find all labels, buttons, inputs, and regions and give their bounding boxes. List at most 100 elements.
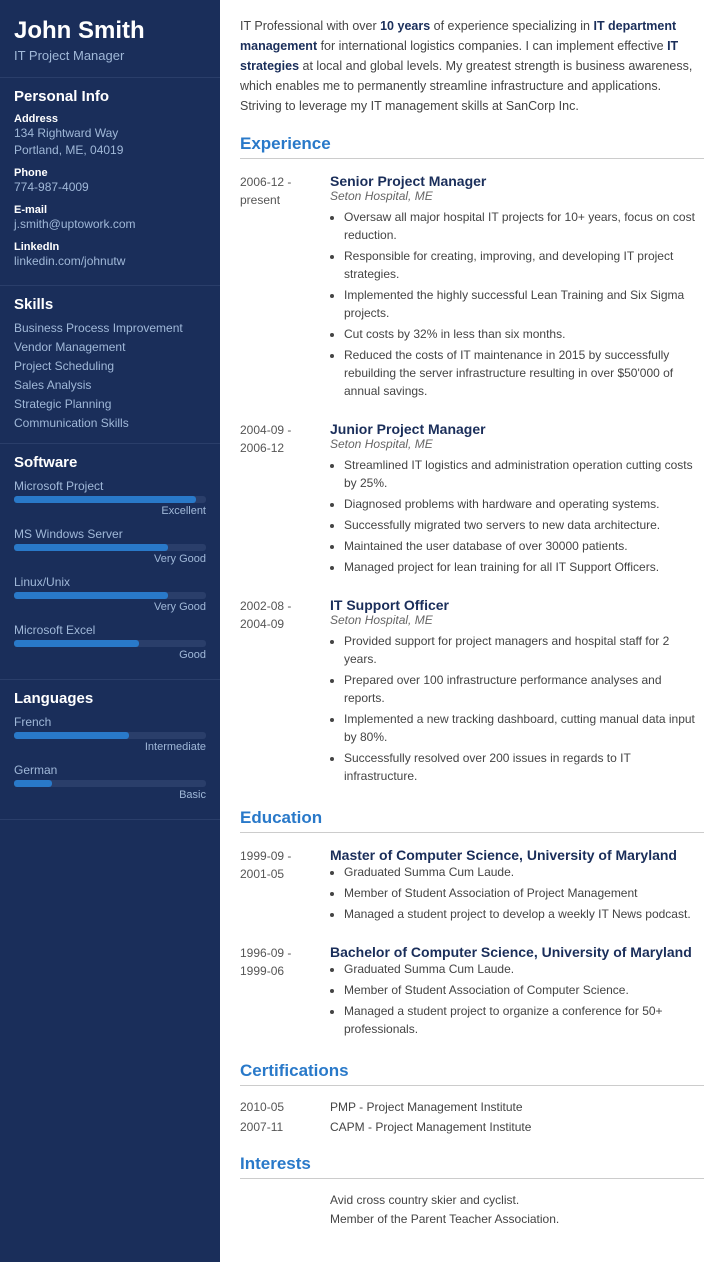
entry-job-title: Junior Project Manager (330, 421, 704, 437)
linkedin-value: linkedin.com/johnutw (14, 253, 206, 270)
entry-bullets: Graduated Summa Cum Laude. Member of Stu… (330, 960, 704, 1038)
entry-degree-title: Master of Computer Science, University o… (330, 847, 704, 863)
entry-date: 2002-08 -2004-09 (240, 597, 330, 788)
interest-item: Member of the Parent Teacher Association… (240, 1212, 704, 1226)
phone-label: Phone (14, 167, 206, 179)
lang-name: French (14, 715, 206, 729)
interests-title: Interests (240, 1154, 704, 1179)
entry-date: 2004-09 -2006-12 (240, 421, 330, 579)
bar-background (14, 496, 206, 503)
software-item-excel: Microsoft Excel Good (14, 623, 206, 661)
software-section: Software Microsoft Project Excellent MS … (0, 444, 220, 680)
entry-subtitle: Seton Hospital, ME (330, 613, 704, 627)
bullet: Provided support for project managers an… (344, 632, 704, 668)
entry-bullets: Provided support for project managers an… (330, 632, 704, 785)
bar-label: Good (14, 649, 206, 661)
entry-content: Senior Project Manager Seton Hospital, M… (330, 173, 704, 403)
certifications-section: Certifications 2010-05 PMP - Project Man… (240, 1061, 704, 1134)
bar-fill (14, 640, 139, 647)
address-info: Address 134 Rightward WayPortland, ME, 0… (14, 113, 206, 159)
software-item-windows: MS Windows Server Very Good (14, 527, 206, 565)
skills-title: Skills (14, 296, 206, 313)
entry-date: 1999-09 -2001-05 (240, 847, 330, 926)
address-label: Address (14, 113, 206, 125)
bar-fill (14, 544, 168, 551)
entry-job-title: IT Support Officer (330, 597, 704, 613)
bullet: Responsible for creating, improving, and… (344, 247, 704, 283)
cert-text: PMP - Project Management Institute (330, 1100, 523, 1114)
bar-background (14, 640, 206, 647)
main-content: IT Professional with over 10 years of ex… (220, 0, 724, 1262)
personal-info-title: Personal Info (14, 88, 206, 105)
bullet: Managed a student project to organize a … (344, 1002, 704, 1038)
software-name: MS Windows Server (14, 527, 206, 541)
entry-content: IT Support Officer Seton Hospital, ME Pr… (330, 597, 704, 788)
bullet: Implemented a new tracking dashboard, cu… (344, 710, 704, 746)
software-name: Microsoft Project (14, 479, 206, 493)
education-entry-2: 1996-09 -1999-06 Bachelor of Computer Sc… (240, 944, 704, 1041)
languages-section: Languages French Intermediate German Bas… (0, 680, 220, 820)
certifications-title: Certifications (240, 1061, 704, 1086)
entry-degree-title: Bachelor of Computer Science, University… (330, 944, 704, 960)
entry-content: Bachelor of Computer Science, University… (330, 944, 704, 1041)
cert-date: 2007-11 (240, 1120, 330, 1134)
cert-text: CAPM - Project Management Institute (330, 1120, 531, 1134)
languages-title: Languages (14, 690, 206, 707)
email-value: j.smith@uptowork.com (14, 216, 206, 233)
bar-fill (14, 496, 196, 503)
personal-info-section: Personal Info Address 134 Rightward WayP… (0, 78, 220, 286)
entry-bullets: Streamlined IT logistics and administrat… (330, 456, 704, 576)
bullet: Managed project for lean training for al… (344, 558, 704, 576)
bullet: Member of Student Association of Project… (344, 884, 704, 902)
entry-date: 1996-09 -1999-06 (240, 944, 330, 1041)
candidate-name: John Smith (14, 18, 206, 44)
skill-item: Strategic Planning (14, 397, 206, 411)
bullet: Successfully migrated two servers to new… (344, 516, 704, 534)
summary-text: IT Professional with over 10 years of ex… (240, 16, 704, 116)
software-item-ms-project: Microsoft Project Excellent (14, 479, 206, 517)
entry-bullets: Graduated Summa Cum Laude. Member of Stu… (330, 863, 704, 923)
bullet: Reduced the costs of IT maintenance in 2… (344, 346, 704, 400)
bar-fill (14, 780, 52, 787)
bar-background (14, 544, 206, 551)
candidate-title: IT Project Manager (14, 48, 206, 63)
lang-item-french: French Intermediate (14, 715, 206, 753)
experience-entry-2: 2004-09 -2006-12 Junior Project Manager … (240, 421, 704, 579)
experience-section: Experience 2006-12 -present Senior Proje… (240, 134, 704, 788)
email-label: E-mail (14, 204, 206, 216)
bullet: Oversaw all major hospital IT projects f… (344, 208, 704, 244)
lang-item-german: German Basic (14, 763, 206, 801)
entry-content: Master of Computer Science, University o… (330, 847, 704, 926)
lang-name: German (14, 763, 206, 777)
cert-date: 2010-05 (240, 1100, 330, 1114)
cert-row-1: 2010-05 PMP - Project Management Institu… (240, 1100, 704, 1114)
bar-label: Very Good (14, 553, 206, 565)
bar-label: Intermediate (14, 741, 206, 753)
bullet: Cut costs by 32% in less than six months… (344, 325, 704, 343)
education-title: Education (240, 808, 704, 833)
software-item-linux: Linux/Unix Very Good (14, 575, 206, 613)
entry-job-title: Senior Project Manager (330, 173, 704, 189)
phone-value: 774-987-4009 (14, 179, 206, 196)
experience-title: Experience (240, 134, 704, 159)
cert-row-2: 2007-11 CAPM - Project Management Instit… (240, 1120, 704, 1134)
education-section: Education 1999-09 -2001-05 Master of Com… (240, 808, 704, 1041)
phone-info: Phone 774-987-4009 (14, 167, 206, 196)
interest-item: Avid cross country skier and cyclist. (240, 1193, 704, 1207)
education-entry-1: 1999-09 -2001-05 Master of Computer Scie… (240, 847, 704, 926)
experience-entry-3: 2002-08 -2004-09 IT Support Officer Seto… (240, 597, 704, 788)
email-info: E-mail j.smith@uptowork.com (14, 204, 206, 233)
bullet: Implemented the highly successful Lean T… (344, 286, 704, 322)
skill-item: Business Process Improvement (14, 321, 206, 335)
entry-subtitle: Seton Hospital, ME (330, 437, 704, 451)
bar-fill (14, 732, 129, 739)
skill-item: Communication Skills (14, 416, 206, 430)
address-value: 134 Rightward WayPortland, ME, 04019 (14, 125, 206, 159)
bullet: Prepared over 100 infrastructure perform… (344, 671, 704, 707)
entry-subtitle: Seton Hospital, ME (330, 189, 704, 203)
entry-date: 2006-12 -present (240, 173, 330, 403)
bullet: Successfully resolved over 200 issues in… (344, 749, 704, 785)
bar-label: Very Good (14, 601, 206, 613)
bar-label: Basic (14, 789, 206, 801)
skill-item: Project Scheduling (14, 359, 206, 373)
